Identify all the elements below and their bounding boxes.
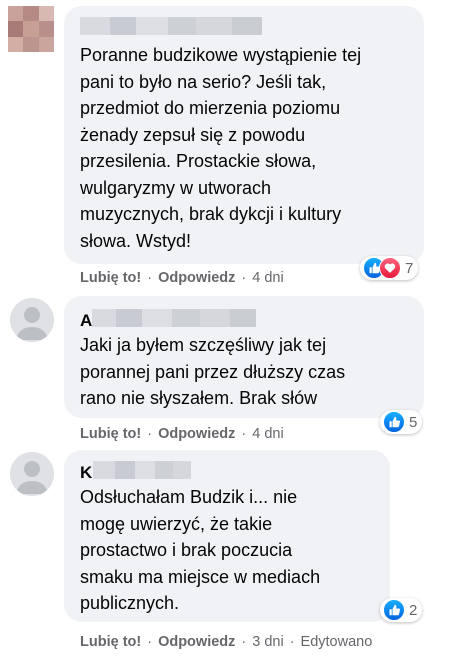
default-avatar-icon xyxy=(10,298,54,342)
separator-dot: · xyxy=(289,634,295,650)
like-icon xyxy=(383,411,405,433)
reply-link[interactable]: Odpowiedz xyxy=(158,270,235,286)
reaction-count: 2 xyxy=(409,601,418,619)
like-link[interactable]: Lubię to! xyxy=(80,270,141,286)
reaction-count: 7 xyxy=(405,259,414,277)
like-link[interactable]: Lubię to! xyxy=(80,426,141,442)
comment-timestamp[interactable]: 4 dni xyxy=(252,270,283,286)
separator-dot: · xyxy=(147,634,153,650)
comment-text: Odsłuchałam Budzik i... nie mogę uwierzy… xyxy=(80,487,321,613)
comment-text: Poranne budzikowe wystąpienie tej pani t… xyxy=(80,45,362,251)
edited-label[interactable]: Edytowano xyxy=(301,634,373,650)
commenter-name[interactable] xyxy=(93,461,191,479)
like-link[interactable]: Lubię to! xyxy=(80,634,141,650)
commenter-initial[interactable]: A xyxy=(80,311,92,331)
avatar[interactable] xyxy=(8,6,54,52)
reaction-summary[interactable]: 2 xyxy=(380,598,423,622)
separator-dot: · xyxy=(147,270,153,286)
like-icon xyxy=(383,599,405,621)
love-icon xyxy=(379,257,401,279)
separator-dot: · xyxy=(241,270,247,286)
separator-dot: · xyxy=(241,634,247,650)
reaction-summary[interactable]: 7 xyxy=(360,256,419,280)
reaction-summary[interactable]: 5 xyxy=(380,410,423,434)
commenter-name[interactable] xyxy=(80,17,262,35)
reply-link[interactable]: Odpowiedz xyxy=(158,634,235,650)
comment-actions: Lubię to! · Odpowiedz · 4 dni xyxy=(80,270,284,286)
avatar[interactable] xyxy=(10,452,54,496)
commenter-name[interactable] xyxy=(92,309,256,327)
comment-timestamp[interactable]: 4 dni xyxy=(252,426,283,442)
comment-actions: Lubię to! · Odpowiedz · 4 dni xyxy=(80,426,284,442)
reaction-count: 5 xyxy=(409,413,418,431)
comment-text: Jaki ja byłem szczęśliwy jak tej poranne… xyxy=(80,335,346,408)
commenter-initial[interactable]: K xyxy=(80,463,92,483)
default-avatar-icon xyxy=(10,452,54,496)
comment-actions: Lubię to! · Odpowiedz · 3 dni · Edytowan… xyxy=(80,634,372,650)
avatar[interactable] xyxy=(10,298,54,342)
separator-dot: · xyxy=(241,426,247,442)
reply-link[interactable]: Odpowiedz xyxy=(158,426,235,442)
comment-timestamp[interactable]: 3 dni xyxy=(252,634,283,650)
separator-dot: · xyxy=(147,426,153,442)
